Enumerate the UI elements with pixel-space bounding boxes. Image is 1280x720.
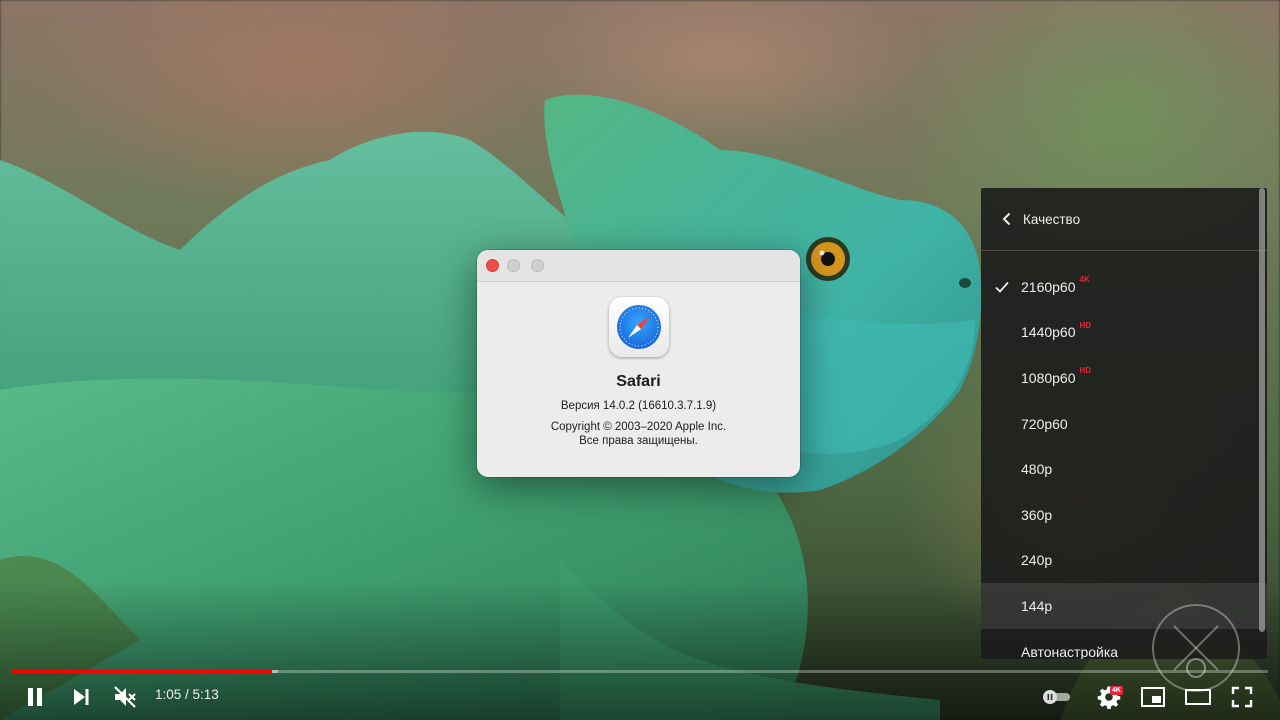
app-name: Safari [616, 373, 661, 390]
skip-next-icon [74, 689, 89, 705]
quality-menu-title: Качество [1023, 211, 1081, 227]
zoom-window-button[interactable] [531, 259, 544, 272]
quality-option-label: Автонастройка [1021, 643, 1119, 659]
safari-compass-icon [608, 297, 669, 357]
miniplayer-icon [1141, 687, 1165, 707]
chevron-left-icon [1002, 212, 1011, 226]
app-version: Версия 14.0.2 (16610.3.7.1.9) [560, 400, 717, 412]
settings-quality-badge: 4K [1110, 686, 1123, 695]
time-display: 1:05 / 5:13 [155, 687, 219, 702]
pause-icon [28, 688, 42, 706]
fullscreen-icon [1231, 686, 1253, 708]
quality-option-label: 1080p60 [1021, 369, 1076, 386]
quality-option-240p[interactable]: 240p [981, 538, 1267, 584]
next-button[interactable] [68, 684, 94, 710]
quality-option-1440p60[interactable]: 1440p60 HD [981, 310, 1267, 356]
settings-button[interactable]: 4K [1094, 683, 1124, 711]
minimize-window-button[interactable] [507, 259, 520, 272]
quality-option-360p[interactable]: 360p [981, 492, 1267, 538]
quality-option-label: 144p [1021, 597, 1053, 614]
quality-menu-back[interactable]: Качество [981, 188, 1267, 251]
quality-badge: HD [1079, 366, 1092, 376]
dialog-titlebar[interactable] [477, 250, 800, 282]
quality-option-480p[interactable]: 480p [981, 446, 1267, 492]
rights-line: Все права защищены. [579, 435, 698, 447]
quality-badge: HD [1079, 320, 1092, 330]
pause-button[interactable] [22, 684, 48, 710]
quality-option-label: 2160p60 [1021, 278, 1076, 295]
quality-option-720p60[interactable]: 720p60 [981, 401, 1267, 447]
progress-bar[interactable] [12, 670, 1268, 673]
autoplay-toggle-icon [1043, 690, 1070, 704]
video-player[interactable]: Safari Версия 14.0.2 (16610.3.7.1.9) Cop… [0, 0, 1280, 720]
progress-played [12, 670, 272, 673]
miniplayer-button[interactable] [1138, 684, 1168, 710]
about-safari-dialog[interactable]: Safari Версия 14.0.2 (16610.3.7.1.9) Cop… [477, 250, 800, 477]
theater-mode-icon [1185, 689, 1211, 705]
quality-badge: 4K [1079, 275, 1090, 284]
copyright-line: Copyright © 2003–2020 Apple Inc. [550, 421, 727, 433]
autoplay-toggle[interactable] [1040, 686, 1074, 708]
quality-option-label: 240p [1021, 552, 1053, 569]
quality-option-1080p60[interactable]: 1080p60 HD [981, 355, 1267, 401]
volume-muted-icon [114, 686, 136, 708]
quality-menu-scrollbar[interactable] [1259, 188, 1265, 632]
quality-option-label: 720p60 [1021, 415, 1068, 432]
mute-button[interactable] [110, 682, 140, 712]
quality-option-label: 1440p60 [1021, 324, 1076, 341]
close-window-button[interactable] [486, 259, 499, 272]
checkmark-icon [995, 281, 1009, 293]
quality-option-2160p60[interactable]: 2160p60 4K [981, 264, 1267, 310]
theater-mode-button[interactable] [1182, 684, 1214, 710]
quality-option-label: 480p [1021, 461, 1053, 478]
quality-option-label: 360p [1021, 506, 1053, 523]
quality-menu[interactable]: Качество 2160p60 4K 1440p60 HD 1080p60 H… [981, 188, 1267, 659]
control-bar: 1:05 / 5:13 4K [0, 674, 1280, 720]
fullscreen-button[interactable] [1228, 684, 1256, 710]
